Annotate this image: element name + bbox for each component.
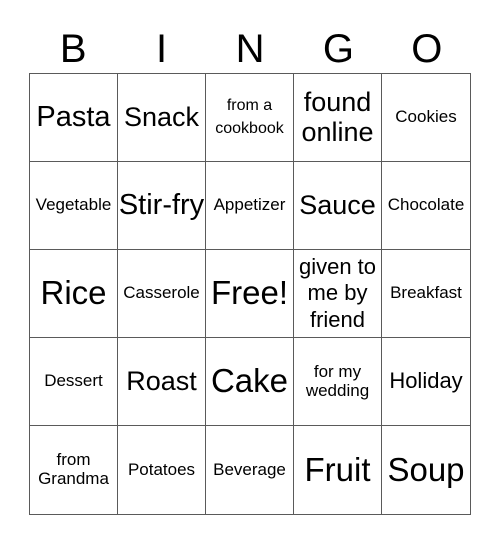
bingo-cell-label: Free! [210, 274, 289, 312]
bingo-cell[interactable]: from a cookbook [206, 74, 294, 162]
bingo-cell-label: Beverage [213, 459, 286, 479]
bingo-grid: Pasta Snack from a cookbook found online Coo… [29, 73, 471, 515]
bingo-cell-label: Potatoes [127, 459, 196, 479]
header-letter-i: I [156, 27, 168, 71]
bingo-cell[interactable]: Pasta [30, 74, 118, 162]
bingo-cell-label: from a cookbook [215, 97, 284, 137]
bingo-cell[interactable]: Breakfast [382, 250, 470, 338]
bingo-cell[interactable]: Potatoes [118, 426, 206, 514]
bingo-cell-label: Snack [123, 101, 200, 132]
header-letter-g: G [322, 27, 354, 71]
bingo-cell-label: Dessert [44, 371, 103, 391]
header-letter-o: O [411, 27, 443, 71]
bingo-cell[interactable]: Snack [118, 74, 206, 162]
bingo-cell-label: Sauce [299, 189, 376, 220]
bingo-cell[interactable]: Fruit [294, 426, 382, 514]
bingo-cell[interactable]: Rice [30, 250, 118, 338]
bingo-cell[interactable]: Appetizer [206, 162, 294, 250]
bingo-cell[interactable]: Chocolate [382, 162, 470, 250]
bingo-cell-label: Fruit [304, 450, 371, 488]
bingo-cell-label: Casserole [123, 283, 200, 303]
bingo-cell[interactable]: Casserole [118, 250, 206, 338]
bingo-cell-label: Pasta [36, 100, 111, 133]
bingo-cell-label: Chocolate [387, 195, 465, 215]
bingo-cell-label: Rice [40, 274, 107, 312]
bingo-cell[interactable]: Stir-fry [118, 162, 206, 250]
header-letter-b: B [59, 27, 87, 71]
bingo-cell[interactable]: Holiday [382, 338, 470, 426]
bingo-header: B I N G O [29, 26, 471, 72]
bingo-cell-label: for my wedding [305, 361, 370, 400]
bingo-cell[interactable]: Cookies [382, 74, 470, 162]
bingo-cell-label: found online [301, 86, 374, 147]
header-letter-n: N [235, 27, 265, 71]
bingo-cell[interactable]: for my wedding [294, 338, 382, 426]
bingo-cell-label: Cookies [395, 107, 457, 127]
bingo-cell-label: Appetizer [213, 195, 286, 215]
bingo-cell-label: Cake [210, 362, 289, 400]
bingo-cell-label: Holiday [389, 368, 463, 394]
bingo-cell[interactable]: Dessert [30, 338, 118, 426]
bingo-cell[interactable]: Beverage [206, 426, 294, 514]
bingo-cell-label: Roast [126, 365, 197, 396]
bingo-cell[interactable]: Vegetable [30, 162, 118, 250]
bingo-cell-label: Breakfast [390, 283, 462, 303]
bingo-cell[interactable]: found online [294, 74, 382, 162]
bingo-cell[interactable]: Roast [118, 338, 206, 426]
bingo-cell-label: Stir-fry [118, 188, 205, 221]
bingo-cell[interactable]: Soup [382, 426, 470, 514]
bingo-cell-label: given to me by friend [298, 253, 377, 332]
bingo-cell[interactable]: Free! [206, 250, 294, 338]
bingo-cell-label: from Grandma [38, 450, 109, 488]
bingo-cell-label: Soup [387, 450, 465, 488]
bingo-cell-label: Vegetable [35, 195, 112, 215]
bingo-cell[interactable]: given to me by friend [294, 250, 382, 338]
bingo-cell[interactable]: Sauce [294, 162, 382, 250]
bingo-cell[interactable]: from Grandma [30, 426, 118, 514]
bingo-cell[interactable]: Cake [206, 338, 294, 426]
